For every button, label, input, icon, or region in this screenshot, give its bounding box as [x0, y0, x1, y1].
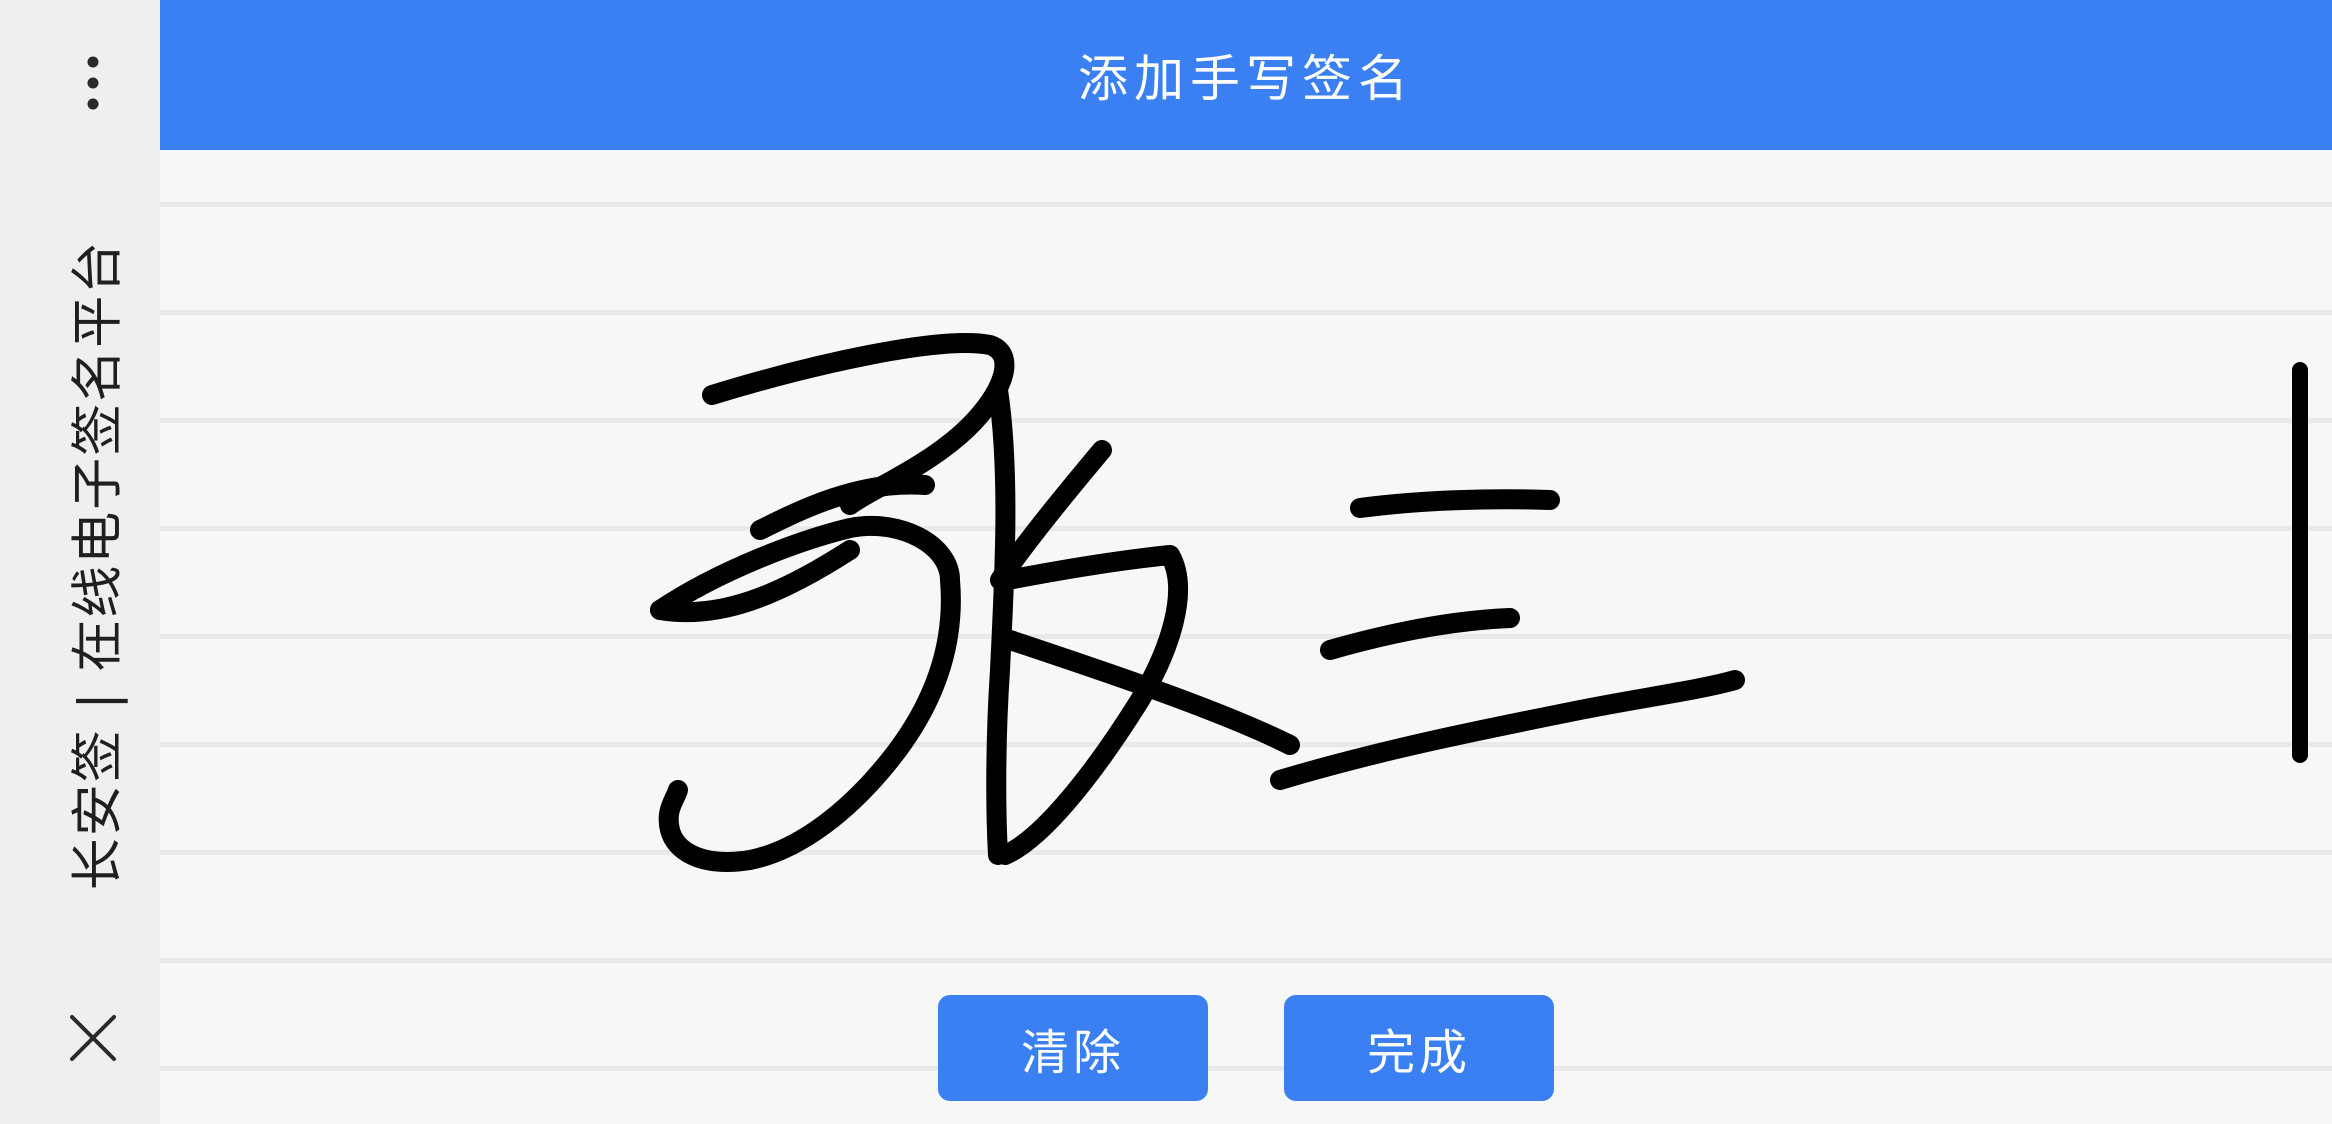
signature-stroke	[1000, 630, 1300, 755]
signature-stroke	[1350, 489, 1560, 518]
clear-button[interactable]: 清除	[938, 995, 1208, 1101]
more-button[interactable]	[50, 40, 136, 126]
action-bar: 清除 完成	[0, 995, 2332, 1103]
app-brand-title: 长安签 | 在线电子签名平台	[68, 239, 129, 891]
page-title: 添加手写签名	[1078, 50, 1414, 108]
signature-stroke	[1320, 608, 1520, 660]
handwritten-signature	[650, 333, 2308, 872]
signature-stroke	[1270, 670, 1745, 790]
signature-app: 长安签 | 在线电子签名平台 添加手写签名 清除 完成	[0, 0, 2332, 1124]
signature-stroke	[995, 545, 1188, 865]
done-button[interactable]: 完成	[1284, 995, 1554, 1101]
side-bar: 长安签 | 在线电子签名平台	[0, 0, 160, 1124]
header-bar: 添加手写签名	[160, 0, 2332, 150]
signature-stroke	[986, 380, 1016, 865]
signature-canvas[interactable]	[160, 150, 2332, 1124]
more-vertical-icon	[87, 56, 99, 110]
